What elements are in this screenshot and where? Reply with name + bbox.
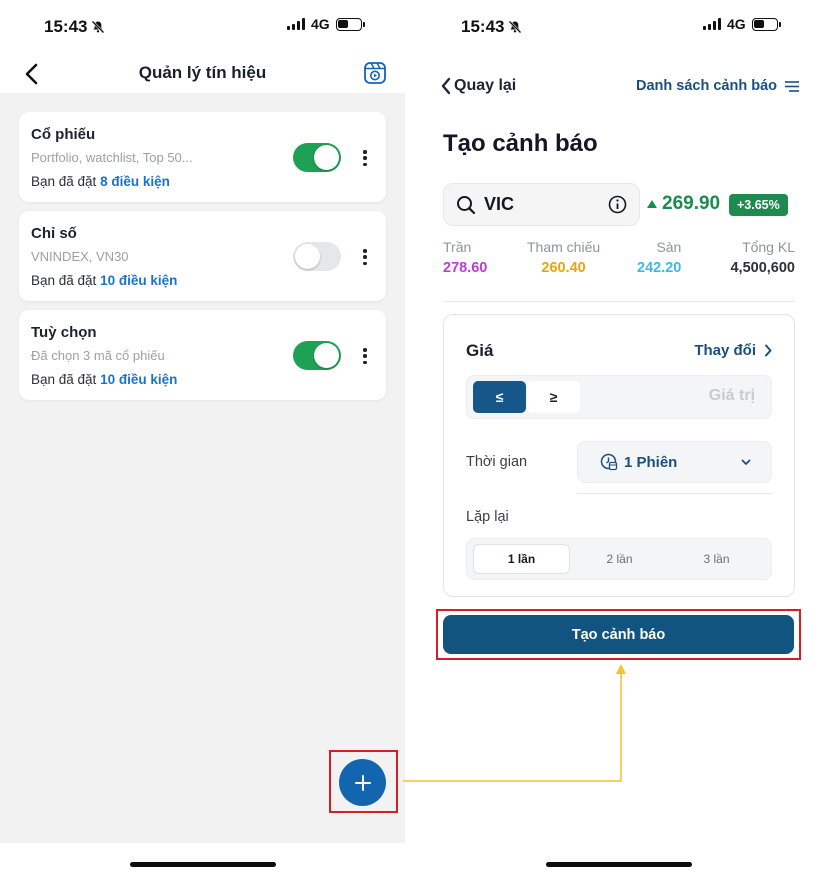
stat-floor: Sàn 242.20	[637, 239, 682, 276]
nav-header: Quản lý tín hiệu	[0, 56, 405, 92]
bell-muted-icon	[509, 20, 522, 34]
stat-value: 278.60	[443, 260, 488, 276]
session-value: 1 Phiên	[624, 453, 678, 471]
card-subtitle: Đã chọn 3 mã cổ phiếu	[31, 348, 165, 363]
signal-card-custom[interactable]: Tuỳ chọn Đã chọn 3 mã cổ phiếu Bạn đã đặ…	[19, 310, 386, 400]
status-indicators: 4G	[287, 16, 365, 32]
field-label: Giá	[466, 341, 494, 360]
status-bar: 15:43	[44, 14, 105, 40]
signal-toggle[interactable]	[293, 242, 341, 271]
repeat-option-1[interactable]: 1 lần	[473, 544, 570, 574]
change-percent-badge: +3.65%	[729, 194, 788, 216]
stat-value: 4,500,600	[730, 260, 795, 276]
card-conditions-link[interactable]: 10 điều kiện	[100, 372, 177, 387]
signal-management-screen: 15:43 4G Quản lý tín hiệu Cổ phiếu Portf…	[0, 0, 405, 873]
create-alert-screen: 15:43 4G Quay lại Danh sách cảnh báo Tạo…	[420, 0, 823, 873]
repeat-option-2[interactable]: 2 lần	[571, 544, 668, 574]
card-title: Chỉ số	[31, 225, 77, 242]
home-indicator	[546, 862, 692, 867]
page-title: Tạo cảnh báo	[443, 130, 598, 157]
stat-ceiling: Trần 278.60	[443, 239, 488, 276]
card-prefix: Bạn đã đặt	[31, 273, 97, 288]
signal-card-stocks[interactable]: Cổ phiếu Portfolio, watchlist, Top 50...…	[19, 112, 386, 202]
symbol-value: VIC	[484, 194, 515, 214]
chevron-right-icon	[765, 344, 772, 357]
add-alert-button[interactable]	[339, 759, 386, 806]
price-up-icon	[647, 200, 657, 208]
price-stats: Trần 278.60 Tham chiếu 260.40 Sàn 242.20…	[443, 239, 795, 283]
stat-reference: Tham chiếu 260.40	[527, 239, 601, 276]
page-title: Quản lý tín hiệu	[138, 63, 267, 82]
signal-toggle[interactable]	[293, 143, 341, 172]
repeat-label: Lặp lại	[466, 509, 509, 525]
alert-list-link[interactable]: Danh sách cảnh báo	[636, 78, 799, 94]
card-title: Tuỳ chọn	[31, 324, 97, 341]
repeat-segmented-control: 1 lần 2 lần 3 lần	[466, 538, 772, 580]
status-time: 15:43	[461, 17, 505, 36]
list-icon	[785, 80, 799, 92]
battery-icon	[335, 17, 365, 31]
create-alert-button[interactable]: Tạo cảnh báo	[443, 615, 794, 654]
more-options-icon[interactable]	[359, 247, 371, 267]
status-time: 15:43	[44, 17, 88, 36]
card-prefix: Bạn đã đặt	[31, 372, 97, 387]
divider	[443, 301, 795, 302]
divider	[577, 493, 772, 494]
change-field-button[interactable]: Thay đổi	[694, 342, 772, 359]
time-label: Thời gian	[466, 454, 528, 470]
current-price: 269.90	[662, 193, 721, 214]
signal-list: Cổ phiếu Portfolio, watchlist, Top 50...…	[0, 93, 405, 843]
stat-value: 260.40	[541, 260, 586, 276]
battery-icon	[751, 17, 781, 31]
signal-card-index[interactable]: Chỉ số VNINDEX, VN30 Bạn đã đặt 10 điều …	[19, 211, 386, 301]
network-type: 4G	[727, 16, 746, 32]
session-dropdown[interactable]: 1 Phiên	[577, 441, 772, 483]
card-subtitle: VNINDEX, VN30	[31, 249, 129, 264]
greater-equal-button[interactable]: ≥	[527, 381, 580, 413]
change-label: Thay đổi	[694, 342, 756, 359]
comparison-row: ≤ ≥ Giá trị	[466, 375, 772, 419]
video-tutorial-icon[interactable]	[363, 61, 387, 85]
card-subtitle: Portfolio, watchlist, Top 50...	[31, 150, 193, 165]
alert-list-label: Danh sách cảnh báo	[635, 78, 777, 94]
repeat-option-3[interactable]: 3 lần	[668, 544, 765, 574]
status-indicators: 4G	[703, 16, 781, 32]
cellular-signal-icon	[703, 18, 721, 30]
value-input[interactable]: Giá trị	[709, 387, 755, 405]
info-icon[interactable]	[608, 195, 627, 214]
more-options-icon[interactable]	[359, 148, 371, 168]
chevron-down-icon	[741, 459, 751, 465]
stat-total-volume: Tổng KL 4,500,600	[730, 239, 795, 276]
back-button[interactable]: Quay lại	[440, 77, 516, 95]
clock-calendar-icon	[600, 453, 618, 471]
cellular-signal-icon	[287, 18, 305, 30]
stat-value: 242.20	[637, 260, 682, 276]
alert-condition-form: Giá Thay đổi ≤ ≥ Giá trị Thời gian 1 Phi…	[443, 314, 795, 597]
home-indicator	[130, 862, 276, 867]
card-conditions-link[interactable]: 10 điều kiện	[100, 273, 177, 288]
search-icon	[457, 195, 476, 214]
plus-icon	[354, 774, 371, 791]
network-type: 4G	[311, 16, 330, 32]
back-chevron-icon	[441, 77, 451, 95]
symbol-search-input[interactable]: VIC	[443, 183, 640, 226]
card-title: Cổ phiếu	[31, 126, 96, 143]
back-label: Quay lại	[454, 77, 517, 94]
nav-header: Quay lại Danh sách cảnh báo	[420, 76, 823, 100]
less-equal-button[interactable]: ≤	[473, 381, 526, 413]
bell-muted-icon	[92, 20, 105, 34]
status-bar: 15:43	[461, 14, 522, 40]
card-prefix: Bạn đã đặt	[31, 174, 97, 189]
signal-toggle[interactable]	[293, 341, 341, 370]
more-options-icon[interactable]	[359, 346, 371, 366]
card-conditions-link[interactable]: 8 điều kiện	[100, 174, 170, 189]
